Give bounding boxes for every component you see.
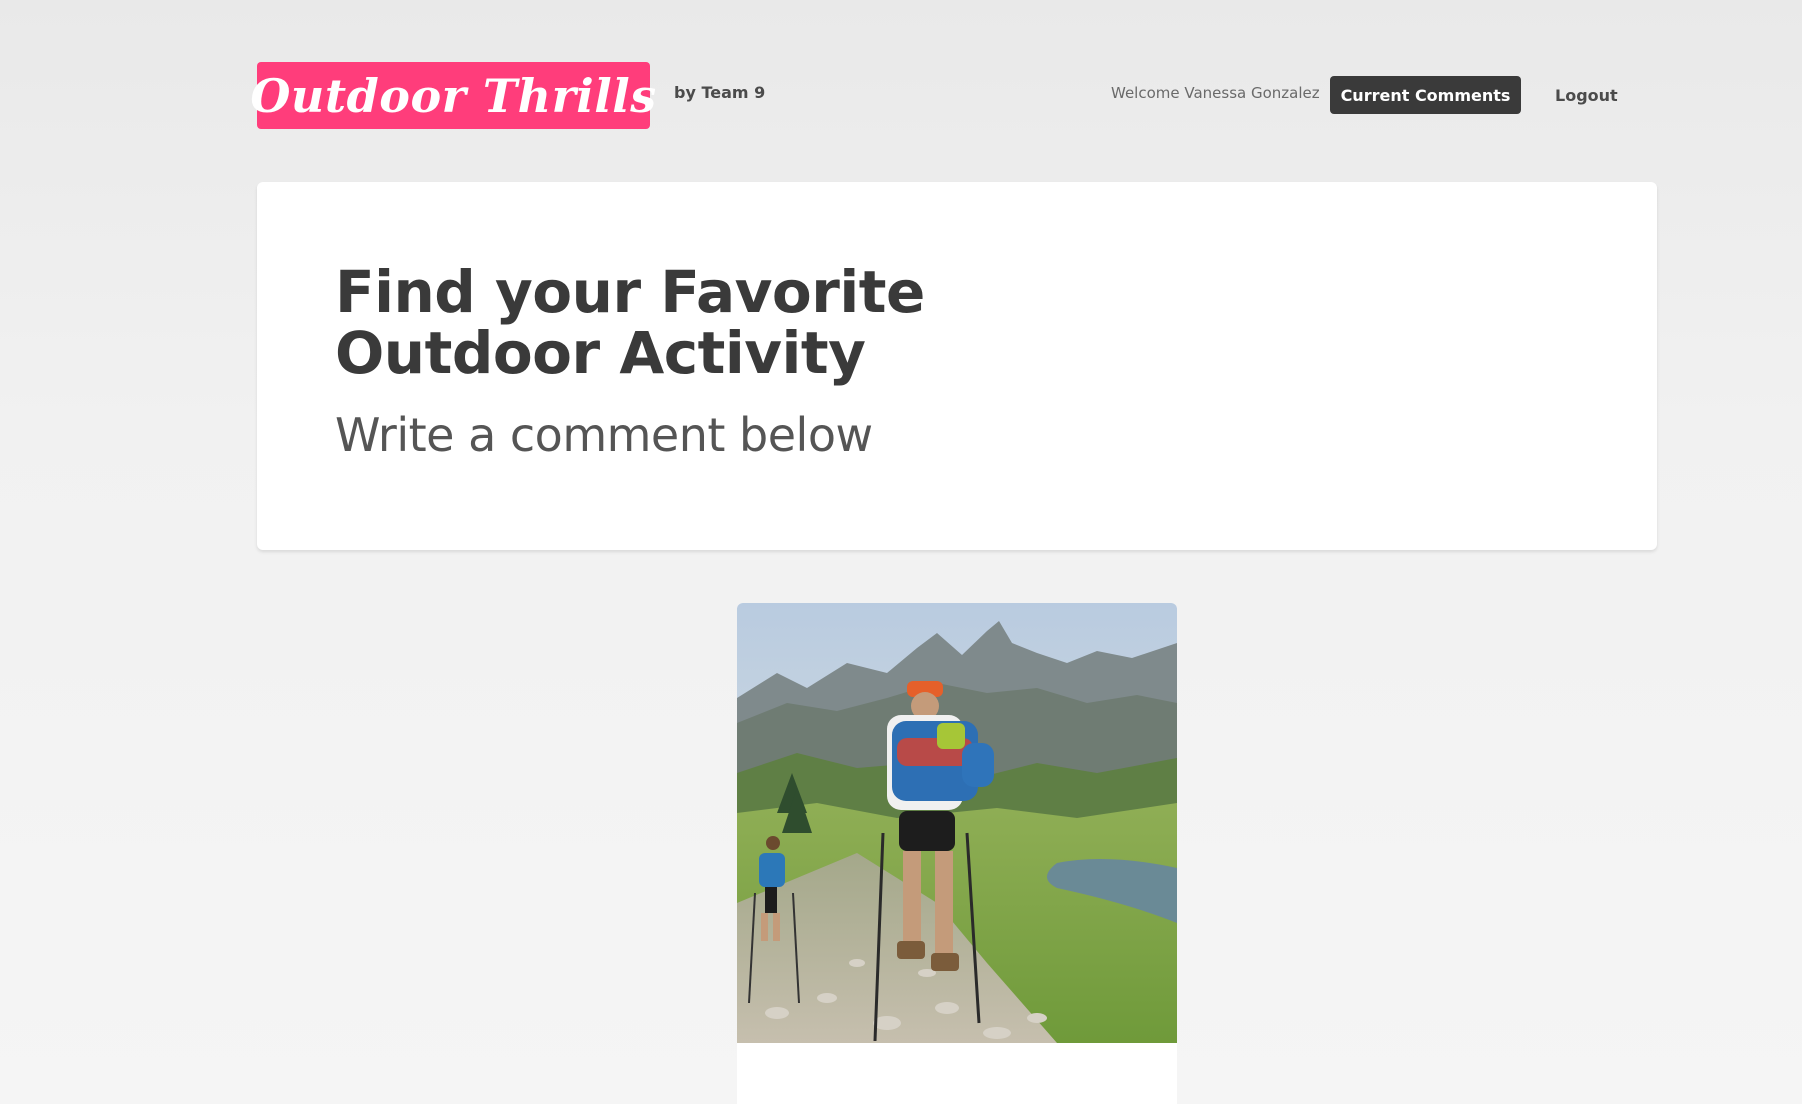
page-title-line-1: Find your Favorite <box>335 258 925 326</box>
page-title: Find your Favorite Outdoor Activity <box>335 262 1035 384</box>
logout-link[interactable]: Logout <box>1555 76 1618 114</box>
byline: by Team 9 <box>674 83 766 102</box>
activity-photo <box>737 603 1177 1043</box>
site-logo[interactable]: Outdoor Thrills <box>250 62 656 129</box>
current-comments-button[interactable]: Current Comments <box>1330 76 1521 114</box>
hero-panel: Find your Favorite Outdoor Activity Writ… <box>257 182 1657 550</box>
page-title-line-2: Outdoor Activity <box>335 319 866 387</box>
page-subtitle: Write a comment below <box>335 408 873 462</box>
activity-card <box>737 603 1177 1104</box>
welcome-message: Welcome Vanessa Gonzalez <box>1111 84 1320 102</box>
